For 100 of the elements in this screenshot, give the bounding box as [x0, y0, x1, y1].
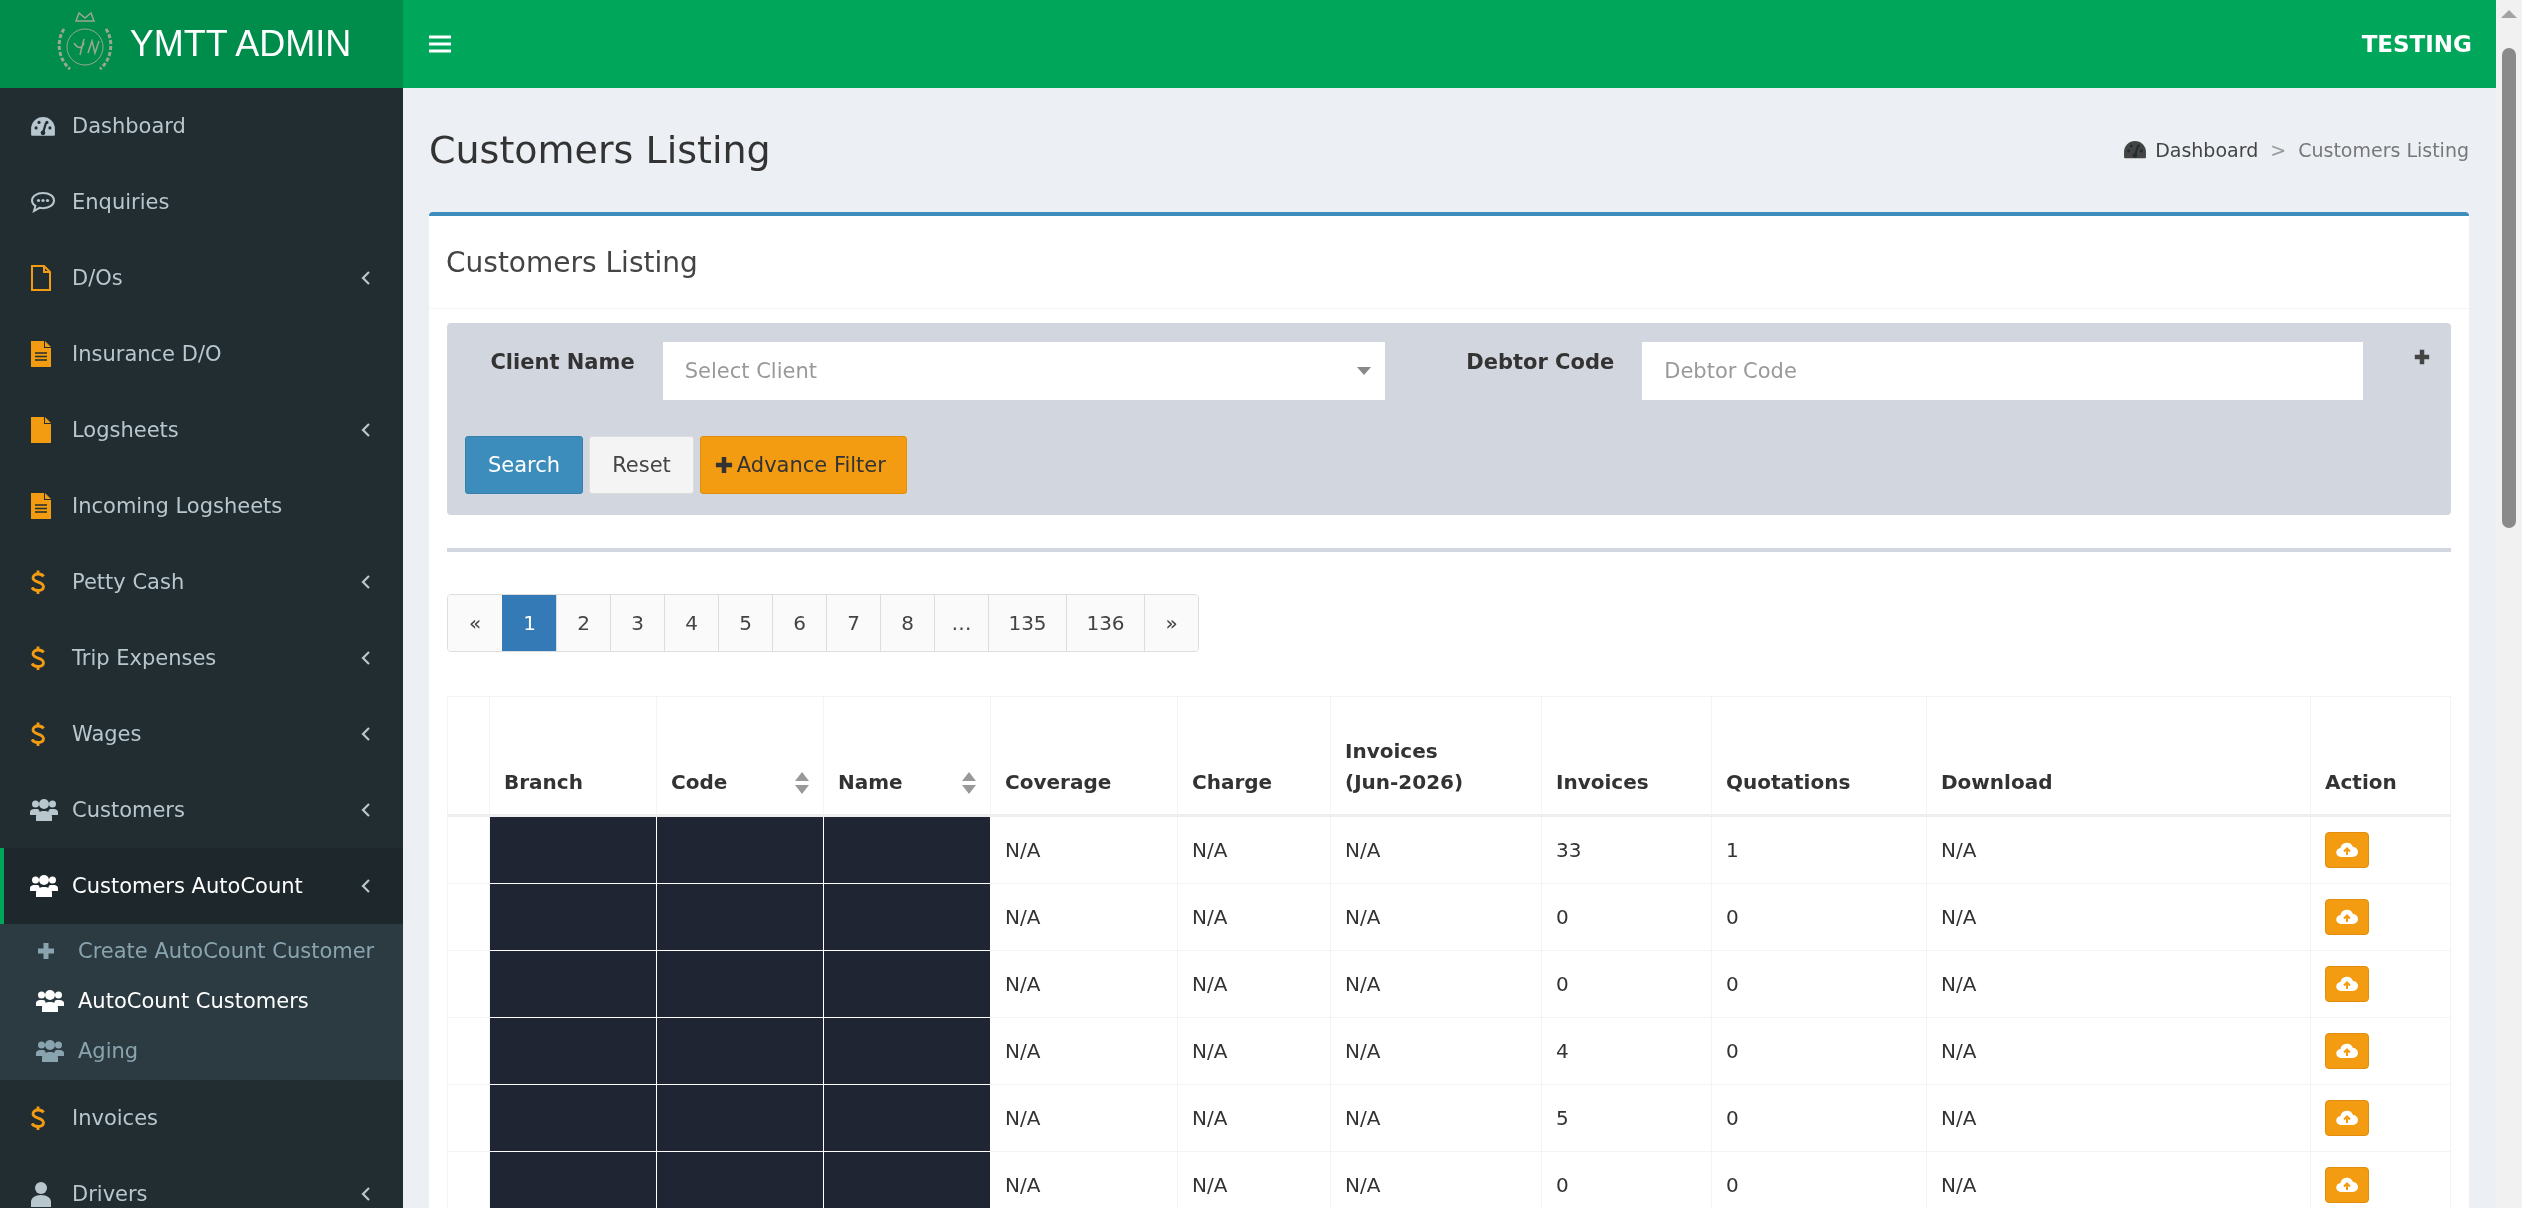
table-cell: 0	[1711, 1017, 1927, 1085]
sidebar-item[interactable]: Customers AutoCount	[0, 848, 403, 924]
cloud-upload-icon	[2336, 842, 2358, 858]
dashboard-icon	[30, 115, 56, 137]
dollar-icon	[30, 569, 46, 595]
table-cell: 0	[1711, 883, 1927, 951]
upload-button[interactable]	[2325, 832, 2369, 868]
environment-label: TESTING	[2361, 31, 2472, 57]
upload-button[interactable]	[2325, 899, 2369, 935]
advance-filter-button[interactable]: Advance Filter	[699, 436, 907, 494]
sidebar-item[interactable]: Incoming Logsheets	[0, 468, 403, 544]
page-link[interactable]: 2	[556, 595, 610, 651]
upload-button[interactable]	[2325, 1033, 2369, 1069]
sidebar-item[interactable]: Petty Cash	[0, 544, 403, 620]
table-cell: 0	[1711, 1084, 1927, 1152]
cloud-upload-icon	[2336, 976, 2358, 992]
submenu-item[interactable]: Create AutoCount Customer	[0, 926, 403, 976]
users-icon	[30, 798, 58, 822]
sidebar-item[interactable]: Customers	[0, 772, 403, 848]
sidebar-item[interactable]: D/Os	[0, 240, 403, 316]
page-link[interactable]: 4	[664, 595, 718, 651]
table-cell: N/A	[990, 950, 1178, 1018]
page-link[interactable]: 6	[772, 595, 826, 651]
table-cell: N/A	[1926, 1017, 2311, 1085]
column-header: Quotations	[1711, 696, 1927, 816]
scrollbar[interactable]	[2496, 0, 2522, 1208]
users-icon	[36, 989, 64, 1013]
table-cell: N/A	[1330, 1084, 1542, 1152]
upload-button[interactable]	[2325, 1167, 2369, 1203]
column-header: Download	[1926, 696, 2311, 816]
table-cell: N/A	[990, 1084, 1178, 1152]
breadcrumb-link[interactable]: Dashboard	[2123, 139, 2259, 161]
card-title: Customers Listing	[429, 216, 2469, 309]
page-link[interactable]: 1	[502, 595, 556, 651]
page-link[interactable]: «	[448, 595, 502, 651]
column-header: Charge	[1177, 696, 1331, 816]
table-cell: N/A	[1926, 815, 2311, 884]
breadcrumb-current: Customers Listing	[2298, 139, 2469, 161]
table-cell: N/A	[1926, 950, 2311, 1018]
document-icon	[30, 341, 52, 367]
dollar-icon	[30, 721, 46, 747]
submenu-item[interactable]: Aging	[0, 1026, 403, 1076]
table-cell: N/A	[1926, 1084, 2311, 1152]
page-link[interactable]: …	[934, 595, 988, 651]
page-link[interactable]: 3	[610, 595, 664, 651]
search-button[interactable]: Search	[465, 436, 584, 494]
sidebar-item[interactable]: Insurance D/O	[0, 316, 403, 392]
dropdown-caret-icon	[1356, 367, 1371, 375]
table-cell: 4	[1541, 1017, 1712, 1085]
document-icon	[30, 493, 52, 519]
table-cell: N/A	[990, 883, 1178, 951]
cloud-upload-icon	[2336, 1043, 2358, 1059]
page-link[interactable]: »	[1144, 595, 1198, 651]
table-cell: N/A	[1177, 815, 1331, 884]
page-link[interactable]: 5	[718, 595, 772, 651]
column-header: Invoices	[1541, 696, 1712, 816]
page-link[interactable]: 136	[1066, 595, 1144, 651]
page-link[interactable]: 7	[826, 595, 880, 651]
users-icon	[30, 874, 58, 898]
cloud-upload-icon	[2336, 909, 2358, 925]
breadcrumb-separator: >	[2270, 139, 2287, 161]
sidebar-item[interactable]: Trip Expenses	[0, 620, 403, 696]
dollar-icon	[30, 1105, 46, 1131]
table-cell: 0	[1541, 883, 1712, 951]
plus-icon	[714, 456, 733, 474]
sidebar-item[interactable]: Invoices	[0, 1080, 403, 1156]
table-cell: N/A	[1177, 950, 1331, 1018]
plus-icon	[36, 941, 56, 961]
column-header: Action	[2310, 696, 2451, 816]
page-link[interactable]: 8	[880, 595, 934, 651]
sidebar-item[interactable]: Enquiries	[0, 164, 403, 240]
table-cell: 5	[1541, 1084, 1712, 1152]
table-cell: 0	[1711, 950, 1927, 1018]
user-icon	[30, 1181, 52, 1207]
file-icon	[30, 265, 52, 291]
file-icon	[30, 417, 52, 443]
column-header: Invoices (Jun-2026)	[1330, 696, 1542, 816]
table-cell: N/A	[1177, 883, 1331, 951]
dashboard-icon	[2123, 140, 2148, 160]
sidebar-item[interactable]: Logsheets	[0, 392, 403, 468]
column-header: Coverage	[990, 696, 1178, 816]
table-cell: N/A	[1926, 883, 2311, 951]
reset-button[interactable]: Reset	[589, 436, 694, 494]
table-cell: N/A	[1177, 1084, 1331, 1152]
sidebar-item[interactable]: Dashboard	[0, 88, 403, 164]
table-cell: N/A	[990, 815, 1178, 884]
field-label: Debtor Code	[1465, 349, 1615, 374]
upload-button[interactable]	[2325, 966, 2369, 1002]
menu-toggle-button[interactable]	[429, 35, 451, 53]
table-cell: N/A	[1330, 815, 1542, 884]
table-cell: N/A	[990, 1017, 1178, 1085]
client-select[interactable]: Select Client	[662, 342, 1385, 400]
submenu-item[interactable]: AutoCount Customers	[0, 976, 403, 1026]
page-link[interactable]: 135	[988, 595, 1066, 651]
chat-bubble-icon	[30, 191, 56, 213]
sidebar-item[interactable]: Wages	[0, 696, 403, 772]
upload-button[interactable]	[2325, 1100, 2369, 1136]
expand-plus-icon	[2413, 348, 2431, 366]
input-field[interactable]: Debtor Code	[1642, 342, 2363, 400]
sidebar-item[interactable]: Drivers	[0, 1156, 403, 1208]
